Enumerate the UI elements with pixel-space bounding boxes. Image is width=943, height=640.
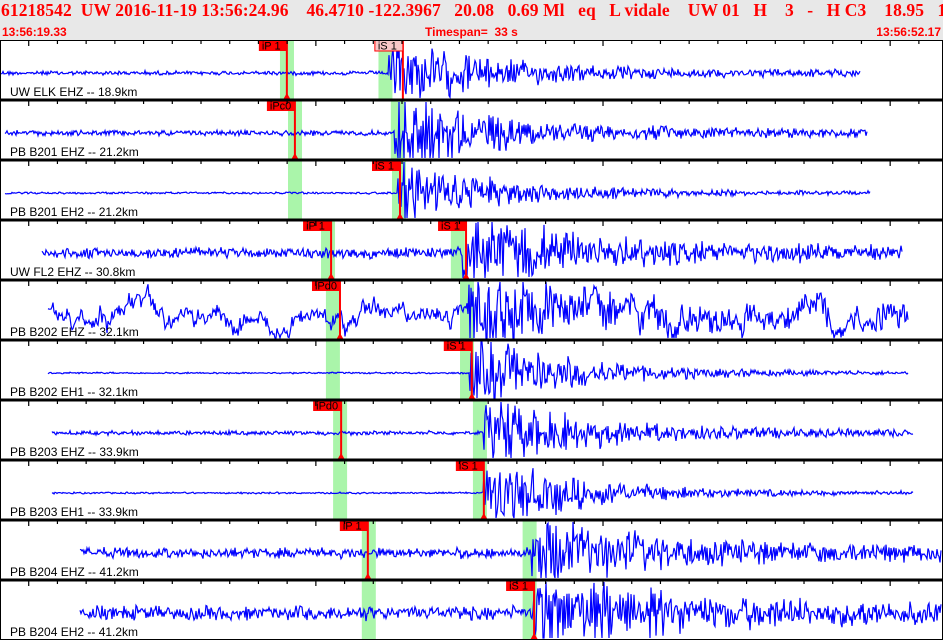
pick-window: [325, 340, 340, 400]
pick-label: iS 1: [378, 41, 397, 53]
station-label: PB B202 EHZ -- 32.1km: [10, 325, 139, 339]
waveform: [41, 221, 903, 280]
trace-row[interactable]: iP 1 PB B204 EHZ -- 41.2km: [0, 518, 943, 580]
trace-row[interactable]: iS 1 PB B201 EH2 -- 21.2km: [0, 158, 943, 220]
pick-window: [288, 160, 303, 220]
waveform: [47, 341, 909, 399]
trace-row[interactable]: iPc0 PB B201 EHZ -- 21.2km: [0, 98, 943, 160]
station-label: PB B204 EHZ -- 41.2km: [10, 565, 139, 579]
waveform: [79, 521, 942, 579]
station-label: PB B201 EH2 -- 21.2km: [10, 205, 138, 219]
station-label: PB B202 EH1 -- 32.1km: [10, 385, 138, 399]
trace-row[interactable]: iP 1 iS 1UW FL2 EHZ -- 30.8km: [0, 218, 943, 280]
pick-label: iP 1: [343, 521, 362, 533]
station-label: PB B203 EHZ -- 33.9km: [10, 445, 139, 459]
station-label: PB B201 EHZ -- 21.2km: [10, 145, 139, 159]
station-label: PB B203 EH1 -- 33.9km: [10, 505, 138, 519]
trace-row[interactable]: iS 1 PB B204 EH2 -- 41.2km: [0, 578, 943, 640]
pick-label: iPd0: [316, 401, 338, 413]
event-header: 61218542 UW 2016-11-19 13:56:24.96 46.47…: [0, 0, 943, 40]
event-summary: 61218542 UW 2016-11-19 13:56:24.96 46.47…: [1, 0, 943, 20]
start-time: 13:56:19.33: [2, 25, 67, 39]
pick-label: iPd0: [315, 281, 337, 293]
pick-window: [333, 460, 348, 520]
pick-label: iS 1: [509, 581, 528, 593]
end-time: 13:56:52.17: [876, 25, 941, 39]
pick-label: iP 1: [262, 41, 281, 53]
pick-label: iPc0: [270, 101, 291, 113]
pick-label: iS 1: [447, 341, 466, 353]
trace-row[interactable]: iS 1 PB B203 EH1 -- 33.9km: [0, 458, 943, 520]
pick-label: iS 1: [459, 461, 478, 473]
station-label: UW ELK EHZ -- 18.9km: [10, 85, 137, 99]
station-label: PB B204 EH2 -- 41.2km: [10, 625, 138, 639]
pick-label: iS 1: [441, 221, 460, 233]
timespan: Timespan= 33 s: [425, 25, 518, 39]
trace-row[interactable]: iP 1 iS 1 UW ELK EHZ -- 18.9km: [0, 40, 943, 100]
trace-row[interactable]: iS 1 PB B202 EH1 -- 32.1km: [0, 338, 943, 400]
waveform: [47, 281, 909, 341]
pick-label: iS 1: [375, 161, 394, 173]
seismogram-panel[interactable]: iP 1 iS 1 UW ELK EHZ -- 18.9km iPc0 PB B201 …: [0, 40, 943, 640]
trace-row[interactable]: iPd0 PB B202 EHZ -- 32.1km: [0, 278, 943, 341]
trace-row[interactable]: iPd0 PB B203 EHZ -- 33.9km: [0, 398, 943, 460]
station-label: UW FL2 EHZ -- 30.8km: [10, 265, 135, 279]
